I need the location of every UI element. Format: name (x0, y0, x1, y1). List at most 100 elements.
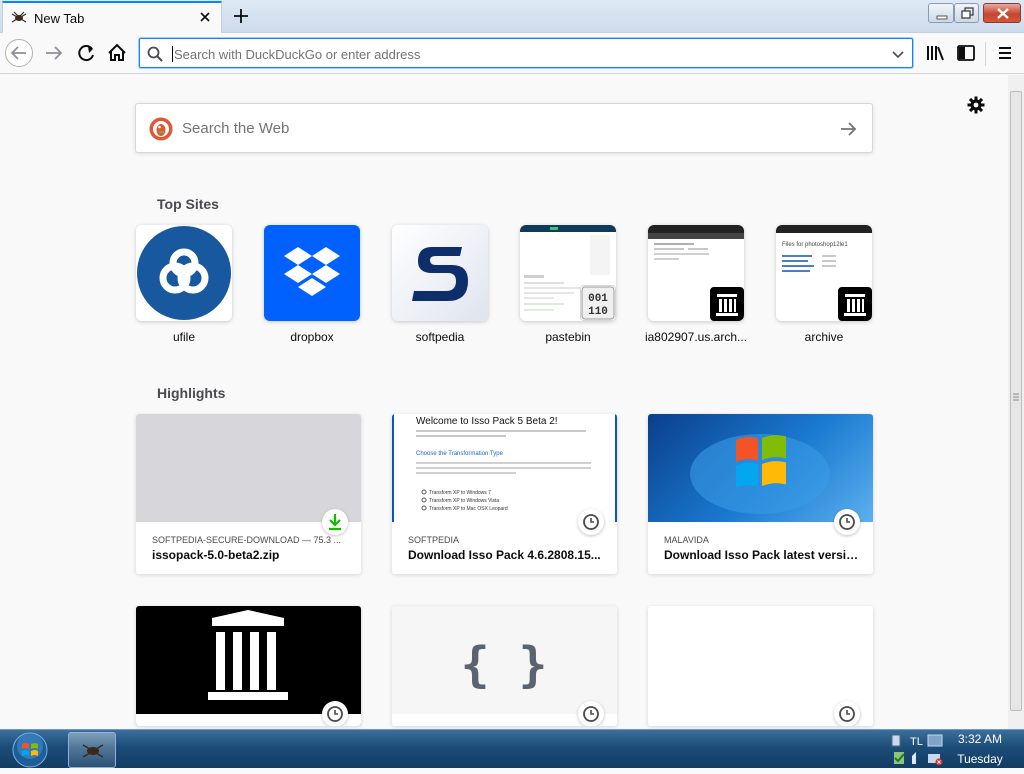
card-context: SOFTPEDIA-SECURE-DOWNLOAD — 75.3 ... (152, 535, 342, 545)
dropbox-logo-icon (284, 247, 340, 296)
restore-icon (961, 7, 974, 19)
maximize-button[interactable] (954, 3, 979, 23)
ufile-logo-icon (137, 226, 231, 320)
softpedia-logo-icon (412, 247, 468, 301)
close-tab-icon[interactable] (197, 9, 213, 25)
isso-option: Transform XP to Mac OSX Leopard (429, 506, 508, 512)
windows-start-icon[interactable] (12, 732, 48, 768)
archive-badge (710, 287, 744, 321)
card-preview (136, 414, 361, 522)
nav-toolbar: Search with DuckDuckGo or enter address (0, 34, 1024, 74)
history-badge (322, 701, 348, 726)
top-site-label: softpedia (415, 330, 465, 344)
menu-button[interactable] (991, 39, 1019, 67)
top-site-label: ufile (172, 330, 195, 344)
highlight-card[interactable] (648, 606, 873, 726)
newtab-page: Search the Web Top Sites ufile dropbox s… (0, 75, 1008, 729)
code-braces-icon: { } (461, 637, 548, 693)
history-badge (578, 701, 604, 726)
isso-option: Transform XP to Windows 7 (429, 490, 491, 496)
isso-heading: Welcome to Isso Pack 5 Beta 2! (416, 416, 558, 427)
card-title: issopack-5.0-beta2.zip (152, 548, 280, 562)
code-braces: { } (461, 637, 548, 693)
duckduckgo-logo-icon (149, 117, 173, 141)
reload-button[interactable] (72, 39, 100, 67)
top-site-tile[interactable]: Files for photoshop12le1 (776, 225, 872, 321)
history-badge (578, 509, 604, 535)
top-site-pastebin[interactable]: 001 110 pastebin (520, 225, 616, 345)
isso-option: Transform XP to Windows Vista (429, 498, 499, 504)
clock-icon (583, 514, 599, 530)
top-site-tile[interactable] (648, 225, 744, 321)
card-title: Download Isso Pack 4.6.2808.15... (408, 548, 601, 562)
archive-preview-heading: Files for photoshop12le1 (782, 242, 848, 248)
back-button[interactable] (4, 38, 34, 68)
forward-button[interactable] (40, 39, 68, 67)
card-context: MALAVIDA (664, 535, 709, 545)
vertical-scrollbar[interactable] (1008, 75, 1024, 729)
pastebin-code-icon: 001 110 (581, 286, 615, 320)
top-site-ia802907[interactable]: ia802907.us.arch... (645, 225, 747, 345)
highlight-card[interactable]: { } (392, 606, 617, 726)
top-site-tile[interactable] (392, 225, 488, 321)
highlight-card[interactable]: SOFTPEDIA-SECURE-DOWNLOAD — 75.3 ... iss… (136, 414, 361, 574)
badge-digits-top: 001 (588, 293, 608, 305)
minimize-icon (936, 15, 948, 20)
highlights-heading: Highlights (157, 385, 226, 401)
top-site-tile[interactable] (136, 225, 232, 321)
home-button[interactable] (103, 39, 131, 67)
card-title: Download Isso Pack latest versio... (664, 548, 860, 562)
archive-building-icon (208, 610, 288, 700)
clock-icon (839, 514, 855, 530)
text-caret (172, 46, 173, 62)
archive-badge (838, 287, 872, 321)
clock-icon (839, 706, 855, 722)
clock-time[interactable]: 3:32 AM (940, 732, 1020, 746)
history-badge (834, 701, 860, 726)
card-preview (648, 414, 873, 522)
top-site-dropbox[interactable]: dropbox (264, 225, 360, 345)
top-site-label: pastebin (545, 330, 591, 344)
highlight-card[interactable]: Welcome to Isso Pack 5 Beta 2! Choose th… (392, 414, 617, 574)
top-site-tile[interactable]: 001 110 (520, 225, 616, 321)
download-icon (329, 514, 341, 531)
scrollbar-thumb[interactable] (1010, 91, 1022, 711)
gear-icon[interactable] (966, 95, 986, 115)
windows7-wallpaper-image (690, 434, 830, 514)
sidebar-button[interactable] (952, 39, 980, 67)
archive-building-icon (844, 294, 866, 316)
firefox-spider-icon (11, 11, 27, 23)
highlight-card[interactable] (136, 606, 361, 726)
chevron-down-icon[interactable] (890, 46, 906, 62)
clock-day[interactable]: Tuesday (940, 752, 1020, 766)
badge-digits-bottom: 110 (588, 306, 608, 318)
windows-taskbar: TL 3:32 AM Tuesday (0, 729, 1024, 768)
new-tab-button[interactable] (229, 5, 253, 27)
clock-icon (583, 706, 599, 722)
download-badge (322, 509, 348, 535)
system-tray-icons[interactable]: TL (888, 732, 948, 768)
address-bar[interactable]: Search with DuckDuckGo or enter address (139, 38, 913, 68)
arrow-right-icon[interactable] (838, 119, 858, 139)
library-button[interactable] (921, 39, 949, 67)
minimize-button[interactable] (928, 3, 954, 23)
close-icon (997, 8, 1009, 19)
top-site-ufile[interactable]: ufile (136, 225, 232, 345)
tab-new-tab[interactable]: New Tab (2, 1, 222, 33)
top-site-softpedia[interactable]: softpedia (392, 225, 488, 345)
web-search-box[interactable]: Search the Web (135, 103, 873, 153)
card-preview: { } (392, 606, 617, 714)
isso-pack-installer-screenshot: Welcome to Isso Pack 5 Beta 2! Choose th… (416, 416, 591, 512)
top-site-tile[interactable] (264, 225, 360, 321)
clock-icon (327, 706, 343, 722)
tab-title: New Tab (34, 11, 85, 26)
grip-icon (1013, 393, 1019, 401)
top-site-label: ia802907.us.arch... (644, 330, 748, 344)
close-window-button[interactable] (983, 3, 1021, 23)
highlight-card[interactable]: MALAVIDA Download Isso Pack latest versi… (648, 414, 873, 574)
card-preview: Welcome to Isso Pack 5 Beta 2! Choose th… (392, 414, 617, 522)
archive-building-icon (716, 294, 738, 316)
top-site-archive[interactable]: Files for photoshop12le1 archive (776, 225, 872, 345)
web-search-placeholder: Search the Web (182, 120, 290, 137)
taskbar-firefox[interactable] (68, 732, 116, 768)
